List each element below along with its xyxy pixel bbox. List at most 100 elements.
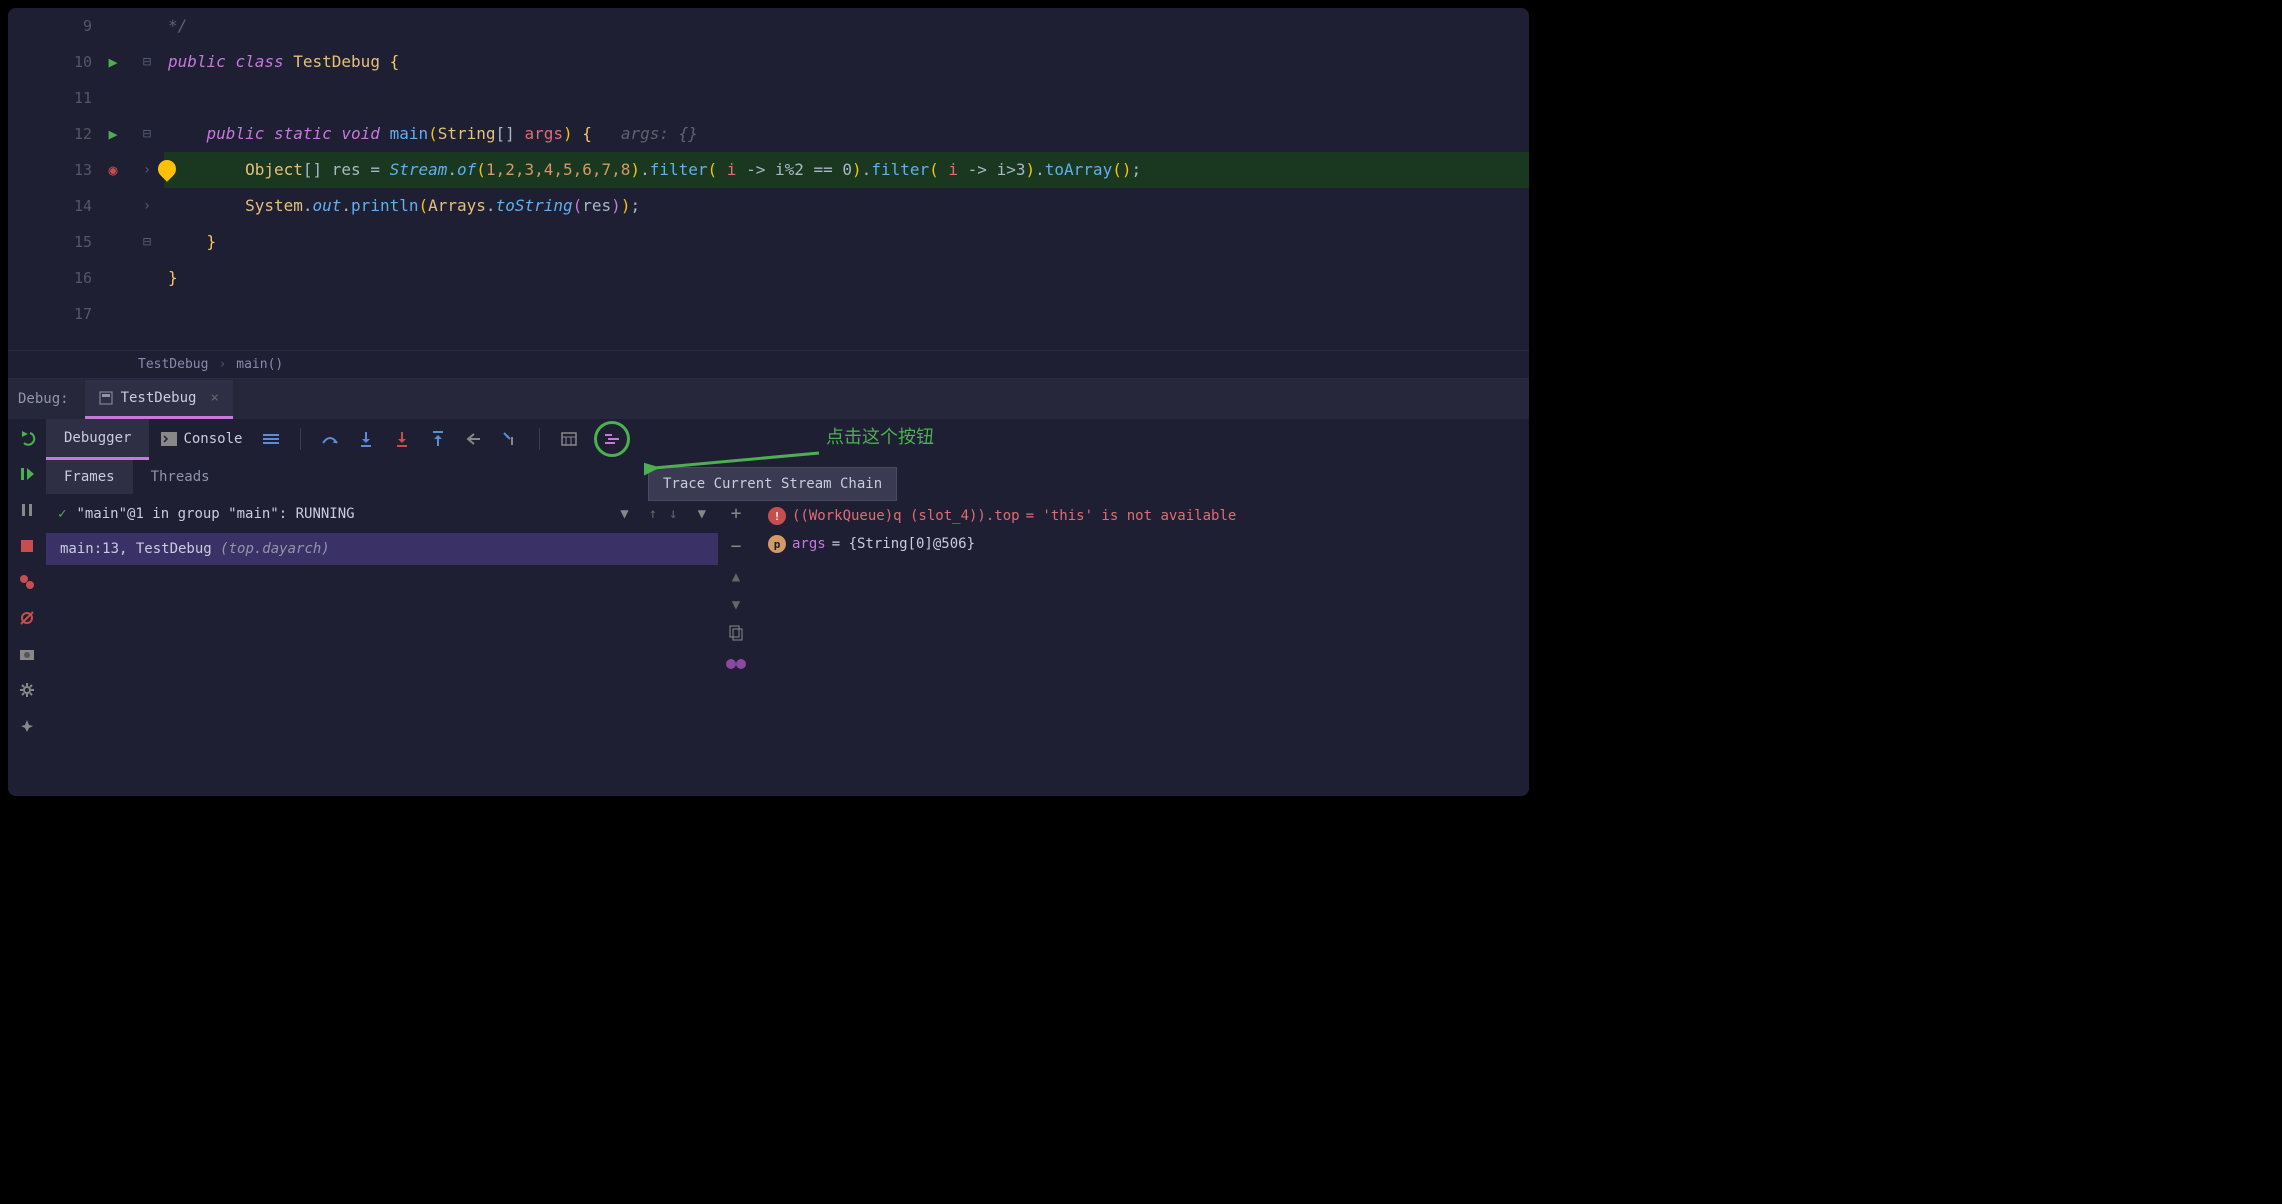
run-config-icon: [99, 391, 113, 405]
line-number: 15: [66, 233, 92, 251]
vars-toolbar: + − ▲ ▼: [718, 495, 754, 796]
pause-icon[interactable]: [16, 499, 38, 521]
frame-label: main:13, TestDebug: [60, 541, 212, 557]
run-to-cursor-icon[interactable]: [499, 428, 521, 450]
rerun-icon[interactable]: [16, 427, 38, 449]
debug-tab-bar: Debug: TestDebug ×: [8, 378, 1529, 419]
step-out-icon[interactable]: [427, 428, 449, 450]
line-number: 17: [66, 305, 92, 323]
settings-icon[interactable]: [16, 679, 38, 701]
code-line[interactable]: [164, 80, 1529, 116]
frame-row[interactable]: main:13, TestDebug (top.dayarch): [46, 533, 718, 565]
debug-left-toolbar: [8, 419, 46, 796]
breadcrumb[interactable]: TestDebug › main(): [8, 350, 1529, 378]
code-line[interactable]: }: [164, 260, 1529, 296]
down-icon[interactable]: ▼: [732, 597, 740, 613]
debug-label: Debug:: [18, 391, 69, 407]
filter-icon[interactable]: ▼: [698, 506, 706, 522]
variables-panel[interactable]: ! ((WorkQueue)q (slot_4)).top = 'this' i…: [754, 495, 1529, 796]
next-frame-icon[interactable]: ↓: [669, 506, 677, 522]
ide-window: 9 10 ▶ 11 12 ▶ 13 ◉ 14 15 16 17 ⊟ ⊟ › › ⊟ *…: [8, 8, 1529, 796]
line-number: 10: [66, 53, 92, 71]
add-watch-icon[interactable]: +: [731, 503, 742, 524]
force-step-into-icon[interactable]: [391, 428, 413, 450]
breakpoint-icon[interactable]: ◉: [104, 161, 122, 179]
code-line[interactable]: */: [164, 8, 1529, 44]
view-breakpoints-icon[interactable]: [16, 571, 38, 593]
code-line[interactable]: [164, 296, 1529, 332]
error-badge-icon: !: [768, 507, 786, 525]
step-toolbar: [260, 421, 630, 457]
fold-marker[interactable]: ›: [143, 198, 151, 214]
code-line[interactable]: public class TestDebug {: [164, 44, 1529, 80]
debug-tab-label: TestDebug: [121, 390, 197, 406]
run-gutter-icon[interactable]: ▶: [104, 53, 122, 71]
stop-icon[interactable]: [16, 535, 38, 557]
variable-row[interactable]: p args = {String[0]@506}: [768, 535, 1515, 553]
step-over-icon[interactable]: [319, 428, 341, 450]
remove-watch-icon[interactable]: −: [731, 536, 742, 557]
variable-value: = {String[0]@506}: [832, 536, 975, 552]
editor-area: 9 10 ▶ 11 12 ▶ 13 ◉ 14 15 16 17 ⊟ ⊟ › › ⊟ *…: [8, 8, 1529, 350]
frames-header[interactable]: ✓ "main"@1 in group "main": RUNNING ▼ ↑ …: [46, 495, 718, 533]
debugger-tabs: Debugger Console: [46, 419, 1529, 459]
frames-tab[interactable]: Frames: [46, 460, 133, 494]
console-tab[interactable]: Console: [161, 431, 242, 447]
line-number: 16: [66, 269, 92, 287]
console-icon: [161, 432, 177, 446]
fold-marker[interactable]: ⊟: [143, 126, 151, 142]
close-icon[interactable]: ×: [210, 390, 218, 406]
drop-frame-icon[interactable]: [463, 428, 485, 450]
frame-package: (top.dayarch): [220, 541, 330, 557]
variable-error: = 'this' is not available: [1026, 508, 1237, 524]
run-gutter-icon[interactable]: ▶: [104, 125, 122, 143]
fold-area: ⊟ ⊟ › › ⊟: [130, 8, 164, 350]
variable-row[interactable]: ! ((WorkQueue)q (slot_4)).top = 'this' i…: [768, 507, 1515, 525]
glasses-icon[interactable]: [725, 657, 747, 675]
code-line[interactable]: System.out.println(Arrays.toString(res))…: [164, 188, 1529, 224]
code-area[interactable]: */ public class TestDebug { public stati…: [164, 8, 1529, 350]
debug-session-tab[interactable]: TestDebug ×: [85, 380, 233, 419]
fold-marker[interactable]: ⊟: [143, 54, 151, 70]
tooltip: Trace Current Stream Chain: [648, 467, 897, 501]
console-label: Console: [183, 431, 242, 447]
line-number: 14: [66, 197, 92, 215]
line-number: 11: [66, 89, 92, 107]
threads-tab[interactable]: Threads: [133, 460, 228, 494]
check-icon: ✓: [58, 506, 66, 522]
fold-marker[interactable]: ⊟: [143, 234, 151, 250]
line-number: 9: [66, 17, 92, 35]
copy-icon[interactable]: [729, 625, 743, 645]
breadcrumb-separator: ›: [218, 357, 226, 372]
pin-icon[interactable]: [16, 715, 38, 737]
frames-panel: ✓ "main"@1 in group "main": RUNNING ▼ ↑ …: [46, 495, 718, 796]
breadcrumb-item[interactable]: main(): [236, 357, 283, 372]
up-icon[interactable]: ▲: [732, 569, 740, 585]
code-line-current[interactable]: Object[] res = Stream.of(1,2,3,4,5,6,7,8…: [164, 152, 1529, 188]
camera-icon[interactable]: [16, 643, 38, 665]
debugger-tab[interactable]: Debugger: [46, 419, 149, 460]
code-line[interactable]: }: [164, 224, 1529, 260]
breadcrumb-item[interactable]: TestDebug: [138, 357, 208, 372]
evaluate-expression-icon[interactable]: [558, 428, 580, 450]
annotation-text: 点击这个按钮: [826, 423, 934, 449]
debug-content: ✓ "main"@1 in group "main": RUNNING ▼ ↑ …: [46, 495, 1529, 796]
param-badge-icon: p: [768, 535, 786, 553]
debug-main: Debugger Console: [46, 419, 1529, 796]
line-number: 13: [66, 161, 92, 179]
dropdown-icon[interactable]: ▼: [620, 506, 628, 522]
prev-frame-icon[interactable]: ↑: [649, 506, 657, 522]
code-line[interactable]: public static void main(String[] args) {…: [164, 116, 1529, 152]
line-number: 12: [66, 125, 92, 143]
variable-name: args: [792, 536, 826, 552]
thread-label: "main"@1 in group "main": RUNNING: [76, 506, 354, 522]
step-into-icon[interactable]: [355, 428, 377, 450]
resume-icon[interactable]: [16, 463, 38, 485]
gutter: 9 10 ▶ 11 12 ▶ 13 ◉ 14 15 16 17: [8, 8, 130, 350]
variable-expression: ((WorkQueue)q (slot_4)).top: [792, 508, 1020, 524]
debug-panel: Debugger Console: [8, 419, 1529, 796]
fold-marker[interactable]: ›: [143, 162, 151, 178]
trace-stream-chain-button[interactable]: [594, 421, 630, 457]
show-execution-point-icon[interactable]: [260, 428, 282, 450]
mute-breakpoints-icon[interactable]: [16, 607, 38, 629]
